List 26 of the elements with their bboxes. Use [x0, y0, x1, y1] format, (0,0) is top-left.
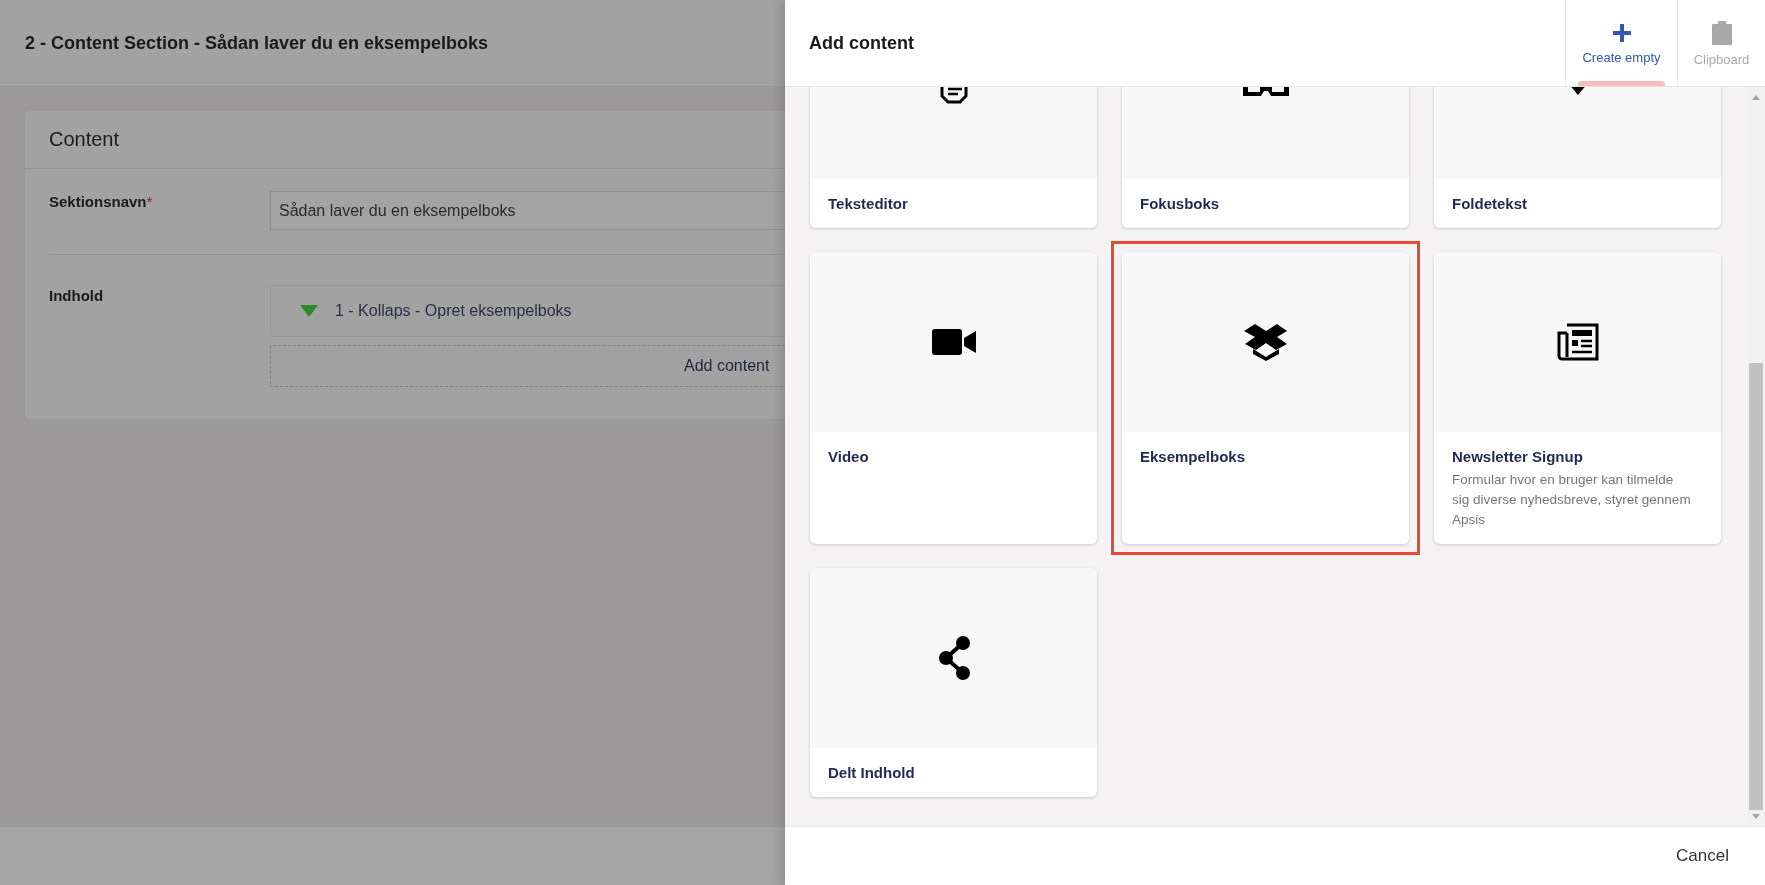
- required-mark: *: [146, 193, 153, 210]
- cancel-button[interactable]: Cancel: [1670, 838, 1735, 874]
- field-label: Indhold: [49, 287, 104, 304]
- share-icon: [937, 636, 970, 680]
- card-description: Formular hvor en bruger kan tilmelde sig diverse nyhedsbreve, styret gennem Apsis: [1452, 471, 1692, 529]
- text-field[interactable]: Sådan laver du en eksempelboks: [270, 191, 785, 230]
- newspaper-icon: [1556, 323, 1599, 361]
- card-title: Fokusboks: [1140, 194, 1221, 214]
- panel-title: Content: [49, 128, 120, 151]
- plus-icon: [1610, 21, 1633, 44]
- card-title: Teksteditor: [828, 194, 909, 214]
- content-type-card[interactable]: Eksempelboks: [1111, 241, 1420, 555]
- page-title: 2 - Content Section - Sådan laver du en eksempelboks: [25, 32, 489, 54]
- expand-triangle-icon[interactable]: [299, 304, 319, 318]
- block-label: 1 - Kollaps - Opret eksempelboks: [335, 302, 572, 320]
- clipboard-icon: [1710, 19, 1733, 46]
- card-title: Eksempelboks: [1140, 447, 1247, 467]
- card-title: Newsletter Signup: [1452, 447, 1584, 467]
- video-camera-icon: [931, 329, 976, 355]
- card-title: Foldetekst: [1452, 194, 1528, 214]
- field-label: Sektionsnavn: [49, 193, 147, 210]
- card-title: Delt Indhold: [828, 763, 916, 783]
- box-icon: [1243, 322, 1288, 362]
- block-item[interactable]: 1 - Kollaps - Opret eksempelboks: [270, 285, 785, 337]
- card-title: Video: [828, 447, 870, 467]
- dialog-title: Add content: [808, 32, 915, 54]
